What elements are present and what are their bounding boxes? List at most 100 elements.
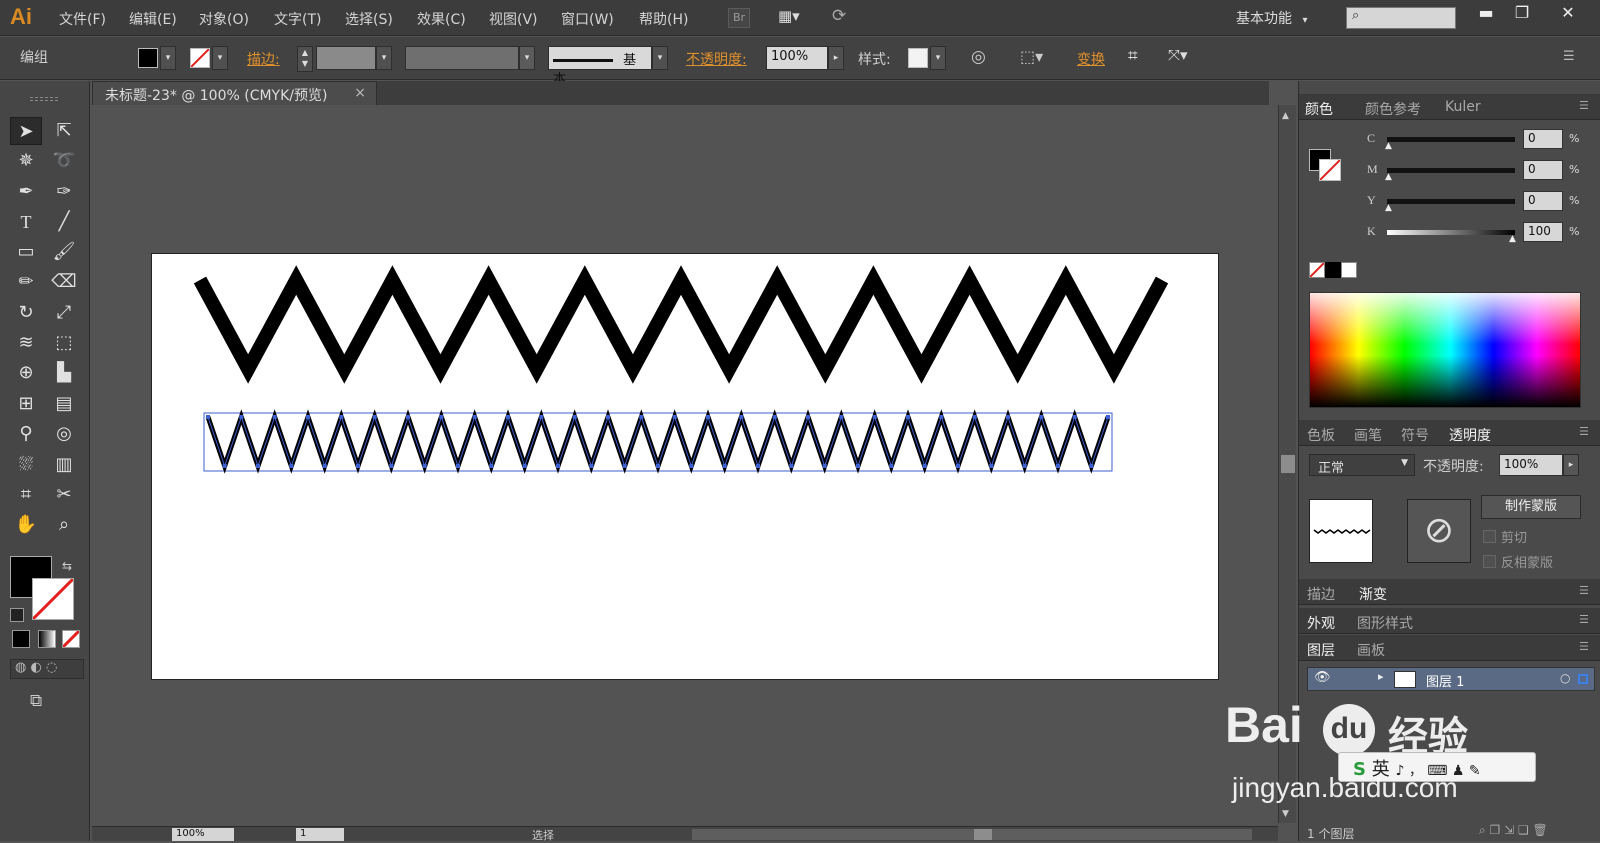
tab-appearance[interactable]: 外观 [1307, 613, 1335, 633]
magic-wand-tool[interactable]: ✵ [10, 147, 42, 175]
isolate-button[interactable]: ⌗ [1128, 46, 1138, 66]
tab-symbols[interactable]: 符号 [1401, 425, 1429, 445]
stroke-weight-stepper[interactable]: ▲ ▼ [297, 46, 313, 72]
tab-brushes[interactable]: 画笔 [1354, 425, 1382, 445]
channel-slider-k[interactable] [1387, 230, 1515, 235]
scroll-down-arrow[interactable]: ▼ [1282, 809, 1289, 819]
color-spectrum[interactable] [1309, 292, 1581, 408]
opacity-panel-link[interactable]: 不透明度: [686, 49, 747, 69]
zigzag-large-path[interactable] [193, 265, 1169, 384]
menu-file[interactable]: 文件(F) [59, 9, 106, 29]
fill-dropdown[interactable]: ▾ [160, 46, 176, 70]
scale-tool[interactable]: ⤢ [48, 299, 80, 327]
stroke-weight-field[interactable] [316, 46, 376, 70]
recolor-artwork-button[interactable]: ◎ [971, 47, 986, 67]
workspace-switcher[interactable]: 基本功能 ▾ [1236, 8, 1307, 28]
tab-stroke[interactable]: 描边 [1307, 584, 1335, 604]
tab-kuler[interactable]: Kuler [1445, 99, 1481, 115]
default-colors-button[interactable] [10, 608, 24, 622]
eyedropper-tool[interactable]: ⚲ [10, 420, 42, 448]
tab-layers[interactable]: 图层 [1307, 640, 1335, 660]
scroll-up-arrow[interactable]: ▲ [1282, 111, 1289, 121]
stroke-weight-dropdown[interactable]: ▾ [376, 46, 392, 70]
curvature-tool[interactable]: ✑ [48, 178, 80, 206]
arrange-documents-button[interactable]: ▦▾ [778, 7, 818, 29]
bridge-button[interactable]: Br [728, 8, 750, 28]
color-mode-button[interactable] [12, 630, 30, 648]
opacity-input[interactable]: 100% [766, 46, 828, 70]
transparency-opacity-input[interactable]: 100% [1499, 454, 1563, 476]
gradient-tool[interactable]: ▤ [48, 390, 80, 418]
shape-builder-tool[interactable]: ⊕ [10, 359, 42, 387]
color-panel-menu[interactable]: ☰ [1579, 99, 1589, 112]
scroll-thumb[interactable] [1281, 455, 1295, 473]
tab-color-guide[interactable]: 颜色参考 [1365, 99, 1421, 119]
profile-dropdown[interactable]: ▾ [519, 46, 535, 70]
opacity-slider-button[interactable]: ▸ [828, 46, 844, 70]
pencil-tool[interactable]: ✏ [10, 268, 42, 296]
graph-tool[interactable]: ▙ [48, 359, 80, 387]
brush-definition-field[interactable]: 基本 [548, 46, 652, 87]
eraser-tool[interactable]: ⌫ [48, 268, 80, 296]
slider-thumb-icon[interactable]: ▲ [1509, 234, 1516, 244]
stroke-panel-menu[interactable]: ☰ [1579, 584, 1589, 597]
zoom-tool[interactable]: ⌕ [48, 511, 80, 539]
help-search-input[interactable]: ⌕ [1346, 7, 1456, 29]
menu-select[interactable]: 选择(S) [345, 9, 393, 29]
channel-slider-y[interactable] [1387, 199, 1515, 204]
restore-button[interactable]: ❐ [1504, 2, 1540, 24]
sync-settings-button[interactable]: ⟳ [832, 6, 860, 30]
artboard[interactable] [151, 253, 1219, 680]
slice-tool[interactable]: ✂ [48, 481, 80, 509]
mesh-tool[interactable]: ⊞ [10, 390, 42, 418]
zigzag-small-selected-path[interactable] [205, 409, 1111, 474]
pen-tool[interactable]: ✒ [10, 178, 42, 206]
invert-mask-checkbox[interactable] [1483, 555, 1496, 568]
swap-fill-stroke-button[interactable]: ⇆ [62, 559, 72, 573]
channel-value-m[interactable]: 0 [1523, 160, 1563, 180]
tab-graphic-styles[interactable]: 图形样式 [1357, 613, 1413, 633]
channel-slider-c[interactable] [1387, 137, 1515, 142]
blend-mode-select[interactable]: 正常 ▼ [1309, 454, 1415, 476]
close-window-button[interactable]: ✕ [1550, 2, 1586, 24]
screen-mode-button[interactable]: ⧉ [30, 691, 42, 711]
appearance-panel-menu[interactable]: ☰ [1579, 613, 1589, 626]
channel-value-k[interactable]: 100 [1523, 222, 1563, 242]
gradient-mode-button[interactable] [38, 630, 56, 648]
stroke-panel-link[interactable]: 描边: [247, 49, 280, 69]
slider-thumb-icon[interactable]: ▲ [1385, 172, 1392, 182]
zoom-field[interactable]: 100% [172, 828, 234, 841]
transform-options-button[interactable]: ⤧▾ [1168, 46, 1188, 64]
menu-view[interactable]: 视图(V) [489, 9, 538, 29]
type-tool[interactable]: T [10, 208, 42, 236]
menu-edit[interactable]: 编辑(E) [129, 9, 177, 29]
align-options-button[interactable]: ⬚▾ [1020, 47, 1043, 66]
slider-thumb-icon[interactable]: ▲ [1385, 141, 1392, 151]
tab-transparency[interactable]: 透明度 [1449, 425, 1491, 445]
graphic-style-swatch[interactable] [908, 48, 928, 68]
style-dropdown[interactable]: ▾ [930, 46, 946, 70]
none-mode-button[interactable] [61, 629, 81, 649]
hand-tool[interactable]: ✋ [10, 511, 42, 539]
stroke-dropdown[interactable]: ▾ [212, 46, 228, 70]
eye-icon[interactable]: 👁 [1314, 670, 1331, 685]
stroke-color-swatch[interactable] [190, 48, 210, 68]
column-graph-tool[interactable]: ▥ [48, 451, 80, 479]
transform-panel-link[interactable]: 变换 [1077, 49, 1105, 69]
minimize-button[interactable]: ▬ [1468, 2, 1504, 24]
tab-color[interactable]: 颜色 [1305, 99, 1333, 119]
direct-selection-tool[interactable]: ⇱ [48, 117, 80, 145]
document-tab[interactable]: 未标题-23* @ 100% (CMYK/预览) × [92, 81, 377, 105]
horizontal-scrollbar[interactable] [692, 829, 1252, 840]
brush-dropdown[interactable]: ▾ [652, 46, 668, 70]
line-segment-tool[interactable]: ╱ [48, 208, 80, 236]
menu-object[interactable]: 对象(O) [199, 9, 249, 29]
make-mask-button[interactable]: 制作蒙版 [1481, 495, 1581, 519]
transparency-opacity-arrow[interactable]: ▸ [1563, 454, 1579, 476]
free-transform-tool[interactable]: ⬚ [48, 329, 80, 357]
target-icon[interactable]: ○ [1560, 671, 1570, 685]
color-stroke-swatch[interactable] [1319, 159, 1341, 181]
paintbrush-tool[interactable]: 🖌 [48, 238, 80, 266]
menu-window[interactable]: 窗口(W) [561, 9, 614, 29]
menu-effect[interactable]: 效果(C) [417, 9, 466, 29]
